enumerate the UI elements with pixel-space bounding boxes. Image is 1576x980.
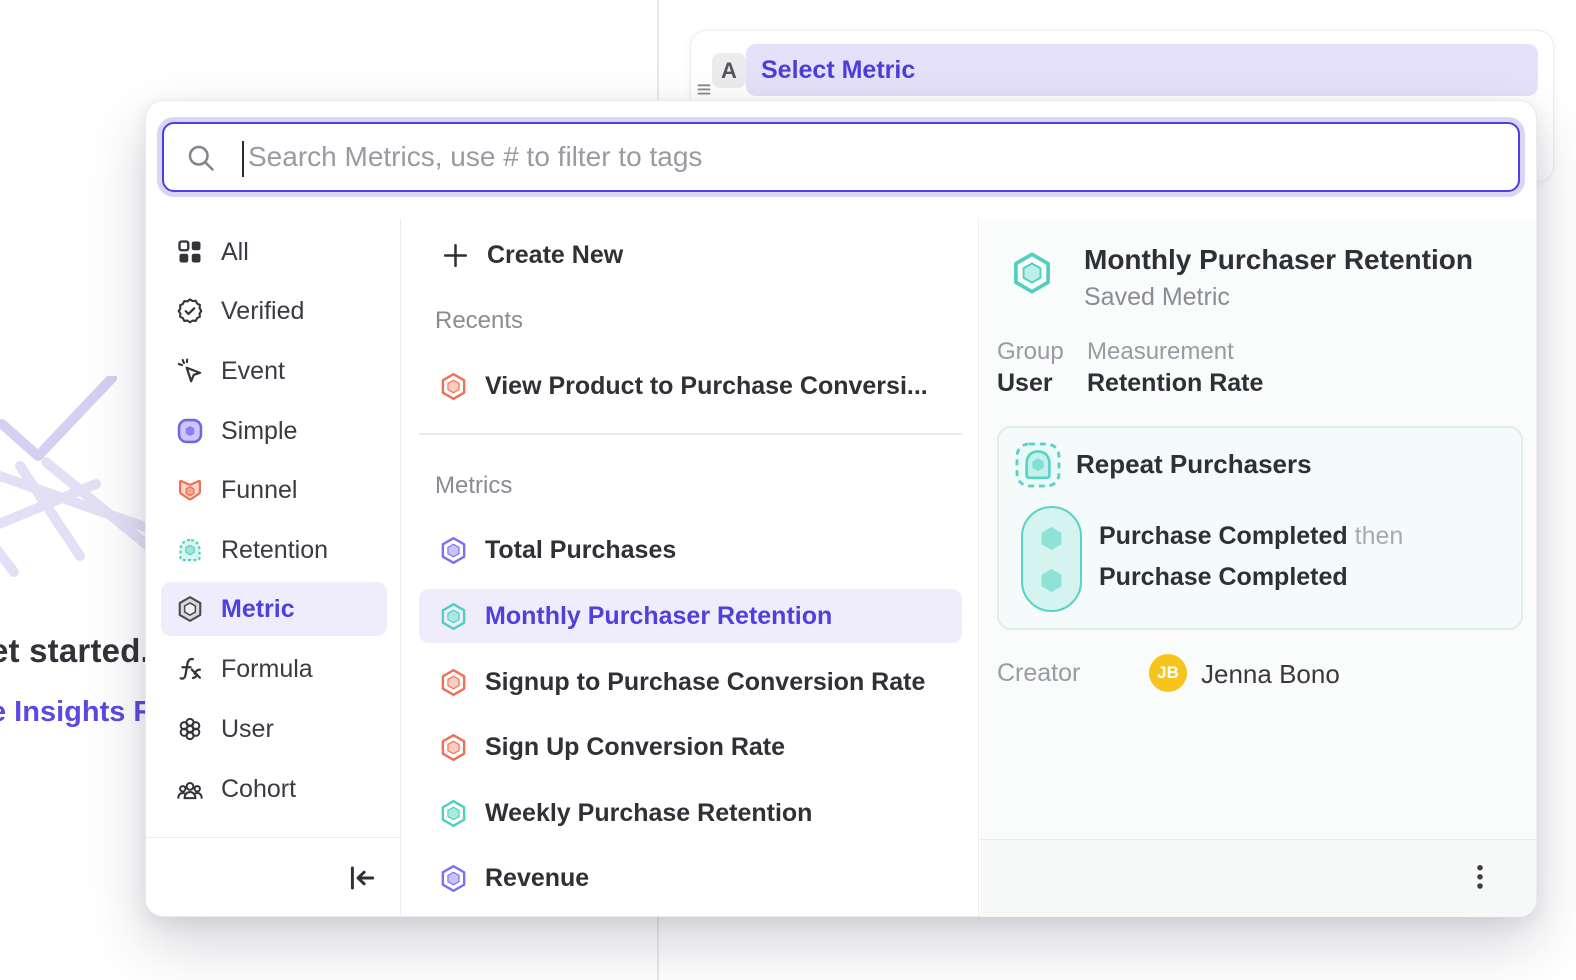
recents-header: Recents	[435, 307, 523, 335]
sidebar-footer	[146, 837, 400, 917]
metric-list-item[interactable]: Signup to Purchase Conversion Rate	[419, 655, 962, 709]
verified-badge-icon	[176, 297, 204, 325]
search-input[interactable]	[164, 124, 1518, 190]
definition-step-1: Purchase Completed then	[1099, 522, 1403, 551]
sidebar-item-user[interactable]: User	[161, 702, 387, 756]
measurement-label: Measurement	[1087, 338, 1234, 366]
select-metric-label: Select Metric	[761, 56, 915, 85]
repeat-purchasers-icon	[1014, 441, 1062, 489]
metric-list-item-selected[interactable]: Monthly Purchaser Retention	[419, 589, 962, 643]
cohort-people-icon	[176, 775, 204, 803]
detail-panel-footer	[980, 839, 1536, 917]
creator-initials: JB	[1157, 663, 1179, 683]
sidebar-item-label: Retention	[221, 536, 328, 565]
sidebar-item-verified[interactable]: Verified	[161, 284, 387, 338]
funnel-steps-capsule	[1021, 506, 1082, 612]
sidebar-item-label: Formula	[221, 655, 313, 684]
collapse-sidebar-icon[interactable]	[346, 862, 378, 894]
metric-item-label: Weekly Purchase Retention	[485, 799, 812, 828]
sidebar-item-label: Metric	[221, 595, 295, 624]
user-cluster-icon	[176, 715, 204, 743]
sidebar-item-event[interactable]: Event	[161, 344, 387, 398]
group-value: User	[997, 369, 1053, 398]
orange-hexagon-icon	[439, 733, 468, 762]
funnel-hexagon-icon	[439, 372, 468, 401]
metric-item-label: Revenue	[485, 864, 589, 893]
metric-list-column: Create New Recents View Product to Purch…	[401, 219, 979, 917]
metric-list-item[interactable]: Revenue	[419, 851, 962, 905]
funnel-metric-icon	[176, 476, 204, 504]
metric-list-item[interactable]: Total Purchases	[419, 523, 962, 577]
metric-item-label: Total Purchases	[485, 536, 676, 565]
orange-hexagon-icon	[439, 668, 468, 697]
sidebar-item-label: Cohort	[221, 775, 296, 804]
creator-avatar: JB	[1149, 654, 1187, 692]
creator-name: Jenna Bono	[1201, 659, 1340, 690]
sidebar-item-funnel[interactable]: Funnel	[161, 463, 387, 517]
recent-item-label: View Product to Purchase Conversi...	[485, 372, 928, 401]
event-cursor-icon	[176, 357, 204, 385]
step-1-event: Purchase Completed	[1099, 522, 1348, 550]
sidebar-item-label: Simple	[221, 417, 297, 446]
sidebar-item-label: All	[221, 238, 249, 267]
metric-list-item[interactable]: Weekly Purchase Retention	[419, 786, 962, 840]
metric-item-label: Sign Up Conversion Rate	[485, 733, 785, 762]
metric-list-item[interactable]: Sign Up Conversion Rate	[419, 720, 962, 774]
list-section-divider	[419, 433, 962, 435]
grid-icon	[176, 238, 204, 266]
metric-picker-modal: All Verified Event	[145, 100, 1537, 917]
detail-title: Monthly Purchaser Retention	[1084, 244, 1473, 276]
decorative-lines-illustration	[0, 376, 148, 591]
sidebar-item-label: Funnel	[221, 476, 297, 505]
sidebar-item-simple[interactable]: Simple	[161, 404, 387, 458]
sidebar-item-metric[interactable]: Metric	[161, 582, 387, 636]
definition-name: Repeat Purchasers	[1076, 449, 1312, 480]
sidebar-item-formula[interactable]: Formula	[161, 642, 387, 696]
measurement-value: Retention Rate	[1087, 369, 1263, 398]
simple-metric-icon	[176, 417, 204, 445]
kebab-menu-icon[interactable]	[1466, 862, 1494, 894]
sidebar-item-retention[interactable]: Retention	[161, 523, 387, 577]
filter-sidebar: All Verified Event	[146, 219, 401, 917]
step-hexagon-icon	[1037, 566, 1066, 595]
purple-hexagon-icon	[439, 864, 468, 893]
metric-search-box	[162, 122, 1520, 192]
sidebar-item-cohort[interactable]: Cohort	[161, 762, 387, 816]
sidebar-item-label: Verified	[221, 297, 304, 326]
plus-icon	[441, 241, 470, 270]
modal-columns: All Verified Event	[146, 219, 1536, 917]
teal-hexagon-icon	[439, 799, 468, 828]
step-hexagon-icon	[1037, 524, 1066, 553]
metrics-header: Metrics	[435, 472, 512, 500]
background-heading-fragment: et started.	[0, 632, 150, 670]
metric-detail-panel: Monthly Purchaser Retention Saved Metric…	[980, 219, 1536, 917]
saved-metric-icon	[176, 595, 204, 623]
metric-definition-card: Repeat Purchasers Purchase Completed the…	[997, 426, 1523, 630]
teal-hexagon-icon	[439, 602, 468, 631]
purple-hexagon-icon	[439, 536, 468, 565]
create-new-button[interactable]: Create New	[419, 228, 962, 282]
metric-item-label: Signup to Purchase Conversion Rate	[485, 668, 925, 697]
sidebar-item-all[interactable]: All	[161, 225, 387, 279]
step-connector: then	[1355, 522, 1404, 550]
formula-icon	[176, 655, 204, 683]
sidebar-item-label: Event	[221, 357, 285, 386]
create-new-label: Create New	[487, 241, 623, 270]
select-metric-button[interactable]: Select Metric	[746, 44, 1538, 96]
series-a-badge: A	[712, 53, 746, 88]
definition-step-2: Purchase Completed	[1099, 563, 1348, 592]
recent-item[interactable]: View Product to Purchase Conversi...	[419, 359, 962, 413]
detail-subtitle: Saved Metric	[1084, 283, 1230, 312]
metric-item-label: Monthly Purchaser Retention	[485, 602, 832, 631]
teal-hexagon-icon	[1010, 251, 1054, 295]
retention-metric-icon	[176, 536, 204, 564]
creator-label: Creator	[997, 659, 1080, 688]
group-label: Group	[997, 338, 1064, 366]
sidebar-item-label: User	[221, 715, 274, 744]
